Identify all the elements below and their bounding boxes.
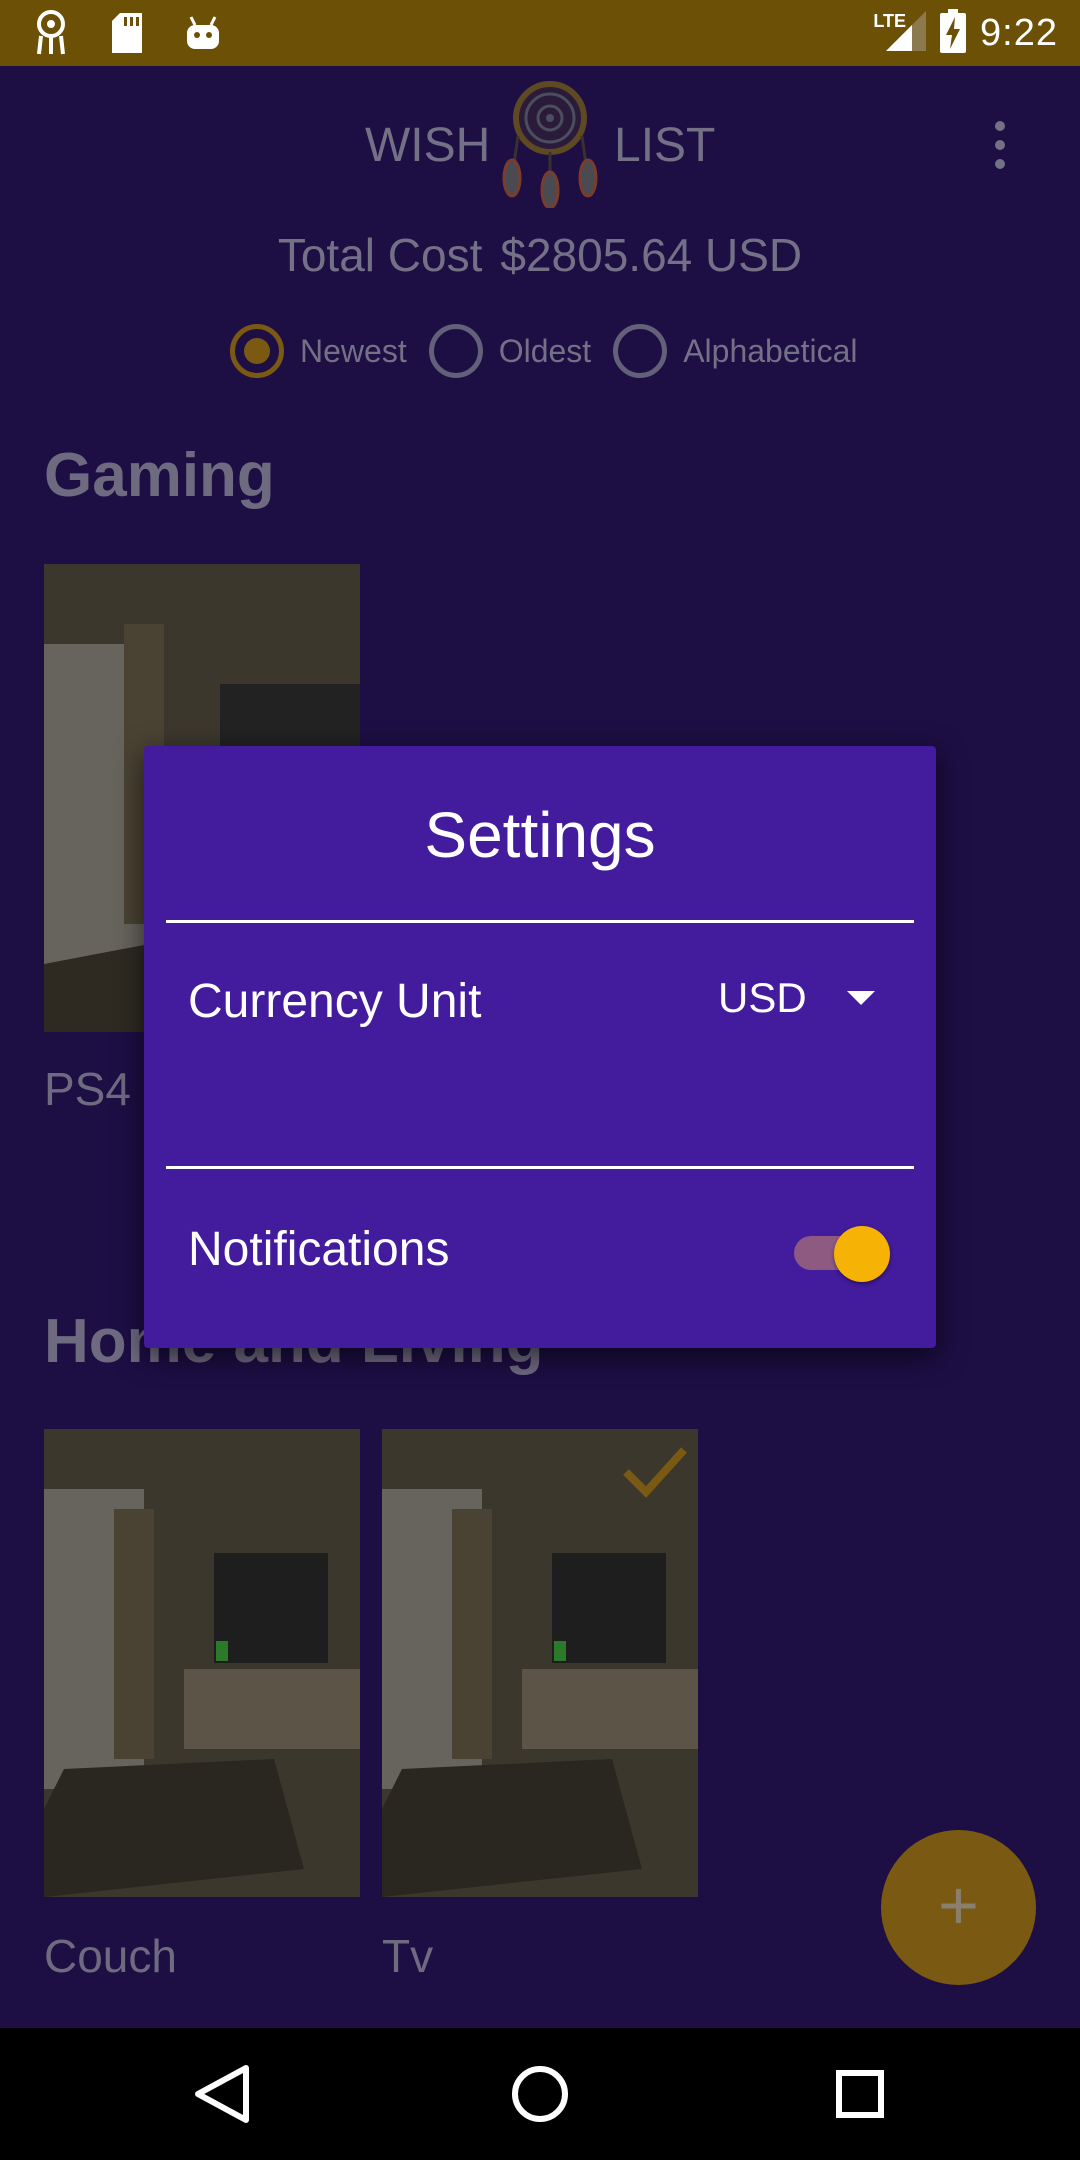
dreamcatcher-icon (28, 10, 74, 56)
title-list: LIST (614, 119, 716, 172)
android-icon (180, 10, 226, 56)
overflow-menu-icon[interactable] (985, 121, 1015, 181)
settings-dialog: Settings Currency Unit USD Notifications (144, 746, 936, 1348)
dreamcatcher-logo-icon (500, 78, 600, 210)
status-bar: LTE 9:22 (0, 0, 1080, 66)
category-heading: Gaming (44, 441, 275, 510)
currency-unit-label: Currency Unit (188, 975, 482, 1028)
divider (166, 1166, 914, 1169)
title-wish: WISH (365, 119, 491, 172)
radio-newest-label[interactable]: Newest (300, 333, 407, 370)
add-item-button[interactable]: + (881, 1830, 1036, 1985)
radio-alphabetical[interactable] (613, 324, 668, 378)
radio-alphabetical-label[interactable]: Alphabetical (683, 333, 857, 370)
radio-oldest-label[interactable]: Oldest (499, 333, 591, 370)
currency-unit-value: USD (718, 974, 807, 1021)
radio-newest[interactable] (230, 324, 284, 378)
notifications-label: Notifications (188, 1223, 450, 1276)
purchased-check-icon (622, 1444, 688, 1505)
home-icon[interactable] (500, 2058, 580, 2130)
dropdown-caret-icon (846, 991, 875, 1005)
clock: 9:22 (980, 11, 1058, 54)
total-cost: Total Cost $2805.64 USD (0, 228, 1080, 282)
currency-unit-dropdown[interactable]: USD (718, 974, 875, 1022)
recents-icon[interactable] (820, 2058, 900, 2130)
navigation-bar (0, 2028, 1080, 2160)
radio-oldest[interactable] (428, 324, 483, 378)
item-label: Tv (382, 1930, 434, 1982)
divider (166, 920, 914, 923)
network-type: LTE (873, 10, 907, 31)
plus-icon: + (938, 1866, 979, 1944)
back-icon[interactable] (180, 2058, 260, 2130)
battery-charging-icon (940, 8, 967, 58)
notifications-toggle[interactable] (794, 1220, 890, 1282)
item-label: PS4 (44, 1063, 131, 1115)
total-cost-amount: $2805.64 USD (500, 229, 803, 281)
sd-card-icon (104, 10, 150, 56)
total-cost-label: Total Cost (277, 229, 483, 281)
dialog-title: Settings (424, 799, 656, 871)
sort-options: Newest Oldest Alphabetical (230, 324, 880, 378)
item-label: Couch (44, 1930, 177, 1982)
item-thumbnail[interactable] (44, 1429, 360, 1897)
